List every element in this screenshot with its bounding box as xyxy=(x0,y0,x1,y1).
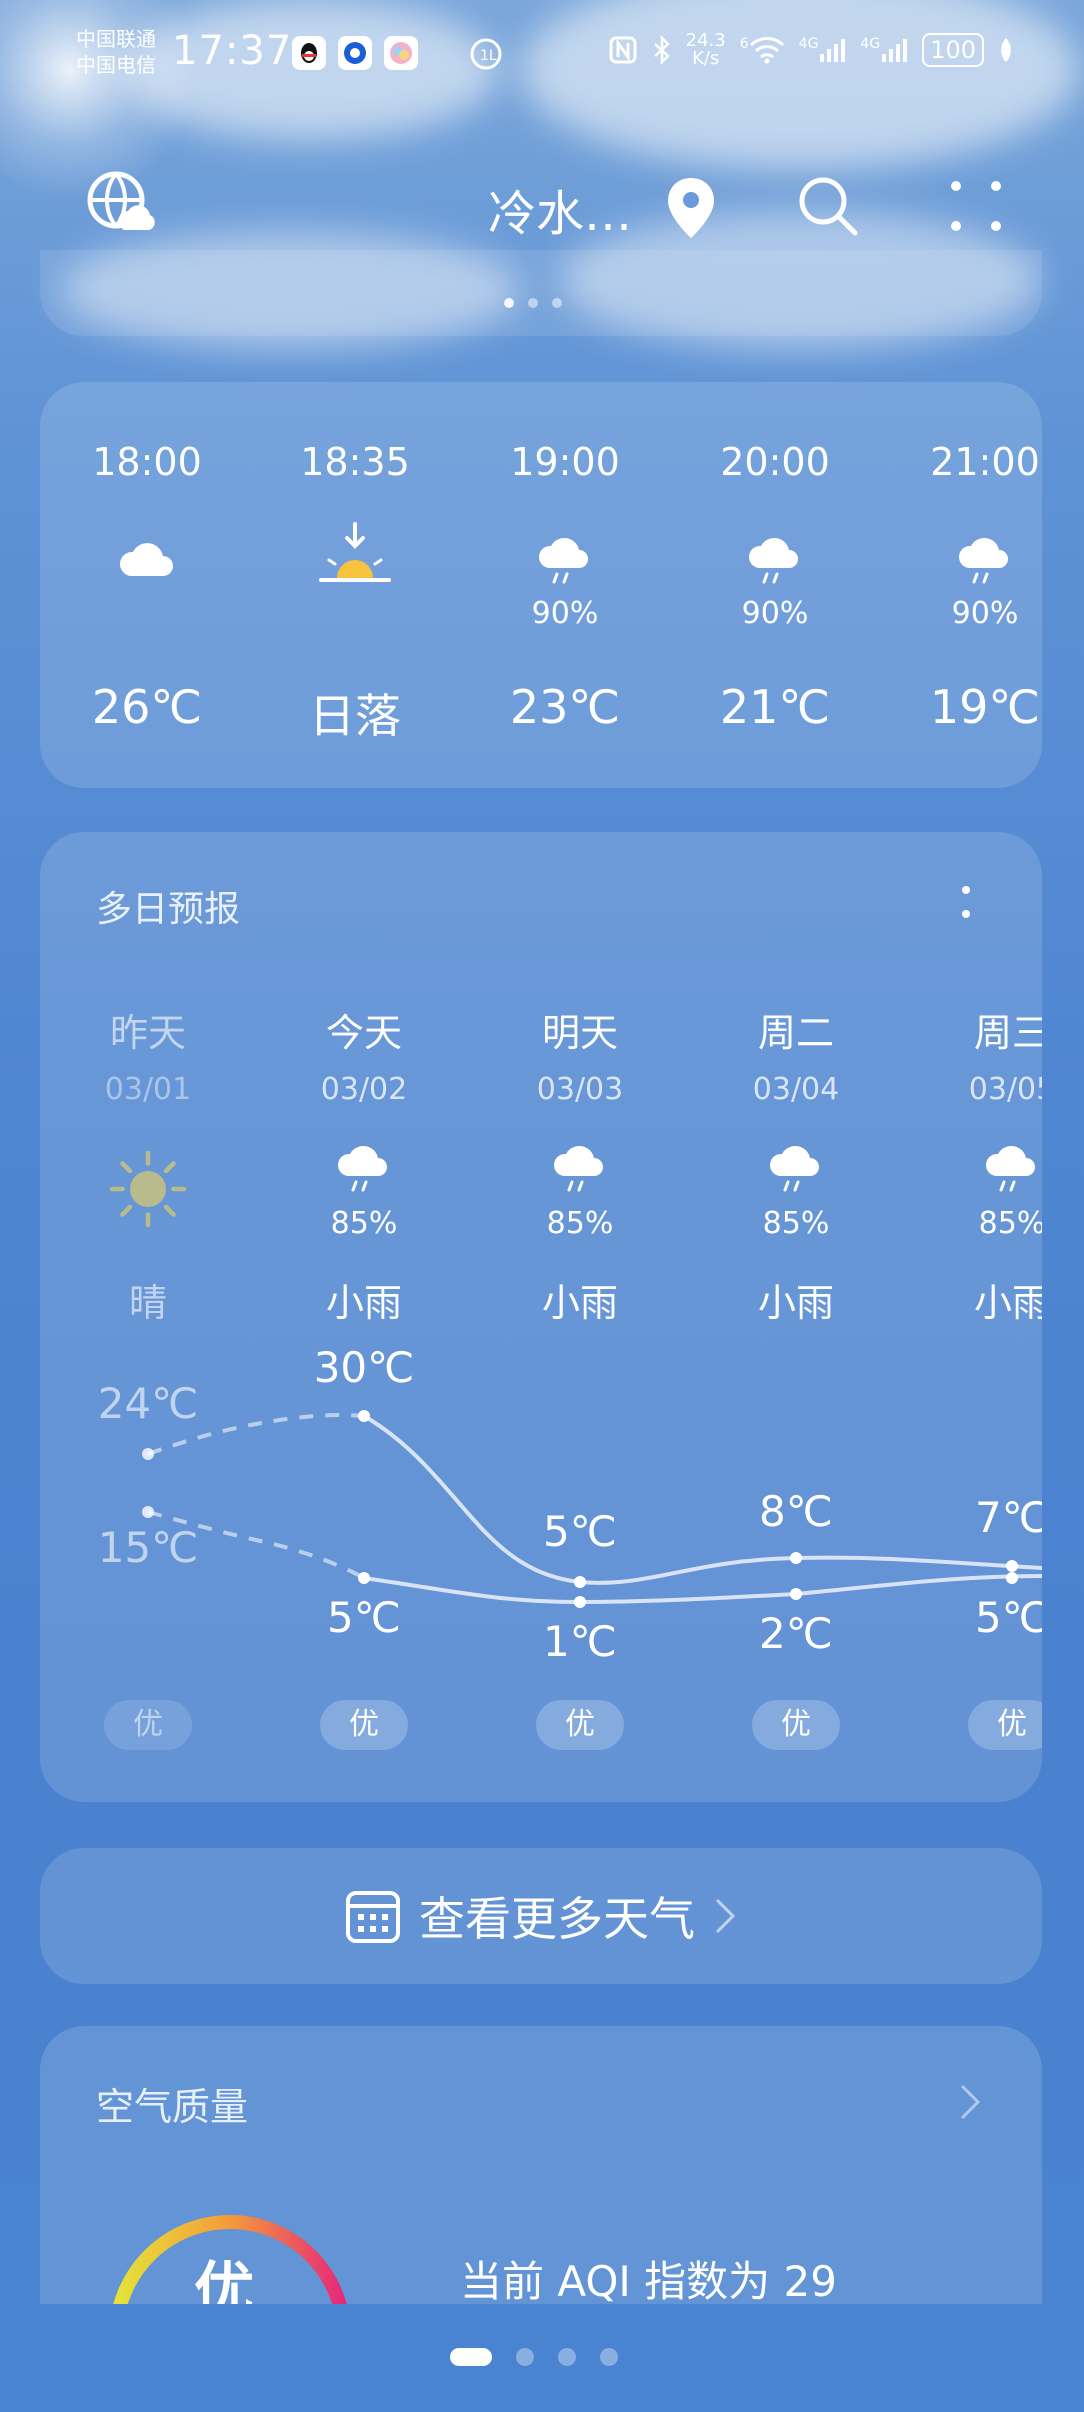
data-usage-icon: 1L xyxy=(468,36,504,76)
high-label-1: 30℃ xyxy=(314,1343,415,1392)
page-dot[interactable] xyxy=(600,2348,618,2366)
air-quality-title: 空气质量 xyxy=(96,2085,249,2129)
wifi-icon xyxy=(749,37,784,64)
hour-time: 18:00 xyxy=(92,440,202,484)
carrier-1: 中国联通 xyxy=(76,27,156,51)
rain-icon xyxy=(538,537,588,584)
signal-1-label: 4G xyxy=(798,36,819,52)
high-temp-line xyxy=(362,1414,1042,1585)
low-label-0: 15℃ xyxy=(98,1523,199,1572)
low-label-1: 5℃ xyxy=(327,1593,401,1642)
high-point-1 xyxy=(358,1410,370,1422)
rain-icon xyxy=(748,537,798,584)
high-point-2 xyxy=(574,1576,586,1588)
hourly-forecast-card[interactable]: 18:00 26℃ 18:35 日落 19:00 90% 23℃ 20:00 9… xyxy=(40,382,1042,788)
high-point-0 xyxy=(142,1448,154,1460)
city-name[interactable]: 冷水… xyxy=(488,174,632,244)
more-weather-button[interactable]: 查看更多天气 xyxy=(40,1848,1042,1984)
hour-temp: 23℃ xyxy=(509,680,621,734)
low-point-0 xyxy=(142,1506,154,1518)
page-dot-active[interactable] xyxy=(450,2348,492,2366)
sunset-icon xyxy=(319,522,391,582)
high-point-4 xyxy=(1006,1560,1018,1572)
page-dot[interactable] xyxy=(558,2348,576,2366)
svg-text:1L: 1L xyxy=(480,48,497,64)
low-point-2 xyxy=(574,1596,586,1608)
signal-bars-icon xyxy=(882,39,908,62)
pager-dot xyxy=(552,298,562,308)
hour-temp: 19℃ xyxy=(929,680,1041,734)
hour-temp: 21℃ xyxy=(719,680,831,734)
pager-dot xyxy=(528,298,538,308)
hour-precip: 90% xyxy=(741,596,809,631)
hour-precip: 90% xyxy=(531,596,599,631)
hour-event: 日落 xyxy=(309,689,401,743)
clock: 17:37 xyxy=(172,28,293,74)
page-indicator[interactable] xyxy=(450,2348,618,2366)
weather-app: 中国联通 中国电信 17:37 1L 24.3 K/s 6 4G 4G 100 … xyxy=(0,0,1084,2412)
low-point-3 xyxy=(790,1588,802,1600)
search-icon[interactable] xyxy=(796,174,860,238)
high-point-3 xyxy=(790,1552,802,1564)
carrier-labels: 中国联通 中国电信 xyxy=(76,26,156,78)
battery-indicator: 100 xyxy=(922,33,984,67)
low-label-2: 1℃ xyxy=(543,1617,617,1666)
wifi-indicator: 6 xyxy=(740,36,785,64)
bluetooth-icon xyxy=(653,35,670,65)
hour-time: 20:00 xyxy=(720,440,830,484)
notification-icons: 1L xyxy=(292,36,504,76)
high-label-4: 7℃ xyxy=(975,1493,1042,1542)
signal-bars-icon xyxy=(820,39,846,62)
qq-icon xyxy=(292,36,326,70)
carrier-2: 中国电信 xyxy=(76,53,156,77)
rain-icon xyxy=(958,537,1008,584)
location-pin-icon[interactable] xyxy=(664,176,718,240)
more-dots-icon[interactable] xyxy=(948,178,1004,234)
net-speed: 24.3 K/s xyxy=(686,32,726,68)
gallery-app-icon xyxy=(384,36,418,70)
more-weather-inner: 查看更多天气 xyxy=(40,1848,1042,1984)
low-label-3: 2℃ xyxy=(759,1609,833,1658)
current-weather-card-edge xyxy=(40,250,1042,336)
temperature-curve-chart: 24℃ 30℃ 5℃ 8℃ 7℃ 15℃ 5℃ 1℃ 2℃ 5℃ xyxy=(98,1343,1042,1666)
hour-time: 21:00 xyxy=(930,440,1040,484)
status-bar: 中国联通 中国电信 17:37 1L 24.3 K/s 6 4G 4G 100 xyxy=(0,0,1084,110)
high-label-2: 5℃ xyxy=(543,1507,617,1556)
cloudy-icon xyxy=(119,543,173,576)
net-6-label: 6 xyxy=(739,36,749,52)
page-dot[interactable] xyxy=(516,2348,534,2366)
card-pager xyxy=(504,298,562,308)
hour-time: 19:00 xyxy=(510,440,620,484)
low-temp-line xyxy=(363,1574,1042,1605)
low-point-1 xyxy=(358,1572,370,1584)
leaf-icon xyxy=(1001,38,1011,62)
app-circle-icon xyxy=(338,36,372,70)
low-label-4: 5℃ xyxy=(975,1593,1042,1642)
aqi-description: 当前 AQI 指数为 29 xyxy=(460,2257,837,2306)
calendar-icon xyxy=(346,1891,400,1943)
chevron-right-icon[interactable] xyxy=(958,2082,982,2122)
pager-dot xyxy=(504,298,514,308)
hour-precip: 90% xyxy=(951,596,1019,631)
app-header: 冷水… xyxy=(0,160,1084,260)
hour-temp: 26℃ xyxy=(91,680,203,734)
chevron-right-icon xyxy=(715,1898,736,1934)
signal-1: 4G xyxy=(799,36,847,64)
net-speed-unit: K/s xyxy=(692,48,720,69)
high-label-3: 8℃ xyxy=(759,1487,833,1536)
multi-day-forecast-card[interactable]: 多日预报 昨天 03/01 晴 优 今天 03/02 85% 小雨 优 明天 0… xyxy=(40,832,1042,1802)
signal-2: 4G xyxy=(860,36,908,64)
high-label-0: 24℃ xyxy=(98,1379,199,1428)
signal-2-label: 4G xyxy=(860,36,881,52)
more-weather-label: 查看更多天气 xyxy=(419,1892,695,1946)
hour-time: 18:35 xyxy=(300,440,410,484)
low-point-4 xyxy=(1006,1572,1018,1584)
globe-weather-icon[interactable] xyxy=(86,170,156,240)
nfc-icon xyxy=(609,36,637,64)
system-indicators: 24.3 K/s 6 4G 4G 100 xyxy=(608,32,1014,68)
